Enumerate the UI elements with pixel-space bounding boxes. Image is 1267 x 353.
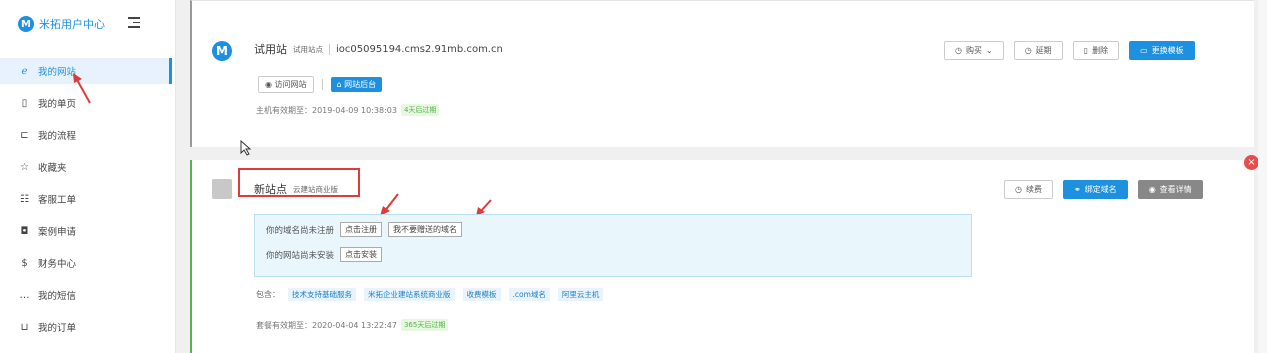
sidebar-item-favorites[interactable]: ☆ 收藏夹 xyxy=(0,154,172,180)
bind-domain-label: 绑定域名 xyxy=(1084,185,1117,194)
divider xyxy=(329,43,330,55)
eye-icon: ◉ xyxy=(265,80,272,89)
extend-label: 延期 xyxy=(1035,46,1052,55)
site-card-new: 新站点 云建站商业版 你的域名尚未注册 点击注册 我不要赠送的域名 你的网站尚未… xyxy=(190,160,1254,353)
site-domain[interactable]: ioc05095194.cms2.91mb.com.cn xyxy=(336,44,503,55)
expiry-badge: 365天后过期 xyxy=(400,319,449,331)
renew-label: 续费 xyxy=(1025,185,1042,194)
sidebar-item-label: 案例申请 xyxy=(38,227,77,238)
scrollbar[interactable] xyxy=(1258,0,1267,353)
site-type-tag: 试用站点 xyxy=(293,44,323,54)
change-template-button[interactable]: ▭ 更换模板 xyxy=(1129,41,1195,60)
include-tag: 技术支持基础服务 xyxy=(288,288,356,301)
sidebar-item-label: 客服工单 xyxy=(38,195,77,206)
trash-icon: ▯ xyxy=(1083,46,1089,55)
buy-button[interactable]: ◷ 购买 ⌄ xyxy=(944,41,1004,60)
sidebar: M 米拓用户中心 ℯ 我的网站 ▯ 我的单页 ⊏ 我的流程 ☆ 收藏夹 ☷ 客服… xyxy=(0,0,176,353)
ie-icon: ℯ xyxy=(21,65,28,77)
chevron-down-icon: ⌄ xyxy=(985,46,993,55)
view-details-button[interactable]: ◉ 查看详情 xyxy=(1137,180,1203,199)
register-domain-button[interactable]: 点击注册 xyxy=(340,222,383,237)
decline-gift-domain-button[interactable]: 我不要赠送的域名 xyxy=(388,222,463,237)
plan-expiry: 套餐有效期至：2020-04-04 13:22:47 365天后过期 xyxy=(256,319,449,331)
cart-icon: ⊔ xyxy=(20,321,29,333)
change-template-label: 更换模板 xyxy=(1151,46,1184,55)
clock-icon: ◷ xyxy=(955,46,962,55)
include-tag: 米拓企业建站系统商业版 xyxy=(364,288,455,301)
app-title: 米拓用户中心 xyxy=(39,18,105,31)
visit-site-button[interactable]: ◉ 访问网站 xyxy=(258,76,314,93)
delete-button[interactable]: ▯ 删除 xyxy=(1072,41,1120,60)
include-tag: .com域名 xyxy=(508,288,550,301)
site-plan-tag: 云建站商业版 xyxy=(293,184,338,194)
expiry-text: 主机有效期至：2019-04-09 10:38:03 xyxy=(256,105,397,115)
annotation-arrow-icon xyxy=(73,73,91,104)
sidebar-item-sms[interactable]: … 我的短信 xyxy=(0,282,172,308)
bind-domain-button[interactable]: ⚭ 绑定域名 xyxy=(1062,180,1128,199)
site-logo-icon: M xyxy=(212,41,232,61)
star-icon: ☆ xyxy=(20,161,29,173)
clock-icon: ◷ xyxy=(1015,185,1022,194)
sidebar-item-label: 我的订单 xyxy=(38,323,77,334)
site-title: 试用站 xyxy=(254,43,287,56)
sidebar-item-case-apply[interactable]: ◘ 案例申请 xyxy=(0,218,172,244)
expiry-badge: 4天后过期 xyxy=(400,104,440,116)
plan-includes: 包含： 技术支持基础服务 米拓企业建站系统商业版 收费模板 .com域名 阿里云… xyxy=(256,288,604,301)
site-thumbnail xyxy=(212,179,232,199)
camera-icon: ◘ xyxy=(20,225,29,237)
site-title-row: 新站点 云建站商业版 xyxy=(254,181,338,197)
sidebar-item-label: 收藏夹 xyxy=(38,163,67,174)
sidebar-item-tickets[interactable]: ☷ 客服工单 xyxy=(0,186,172,212)
include-tag: 阿里云主机 xyxy=(557,288,604,301)
ticket-icon: ☷ xyxy=(20,193,29,205)
mouse-cursor-icon xyxy=(240,140,252,156)
expiry-text: 套餐有效期至：2020-04-04 13:22:47 xyxy=(256,320,397,330)
host-expiry: 主机有效期至：2019-04-09 10:38:03 4天后过期 xyxy=(256,104,440,116)
divider xyxy=(321,79,323,90)
menu-collapse-icon[interactable] xyxy=(128,17,140,28)
sidebar-item-orders[interactable]: ⊔ 我的订单 xyxy=(0,314,172,340)
chat-icon: … xyxy=(19,289,30,301)
include-tag: 收费模板 xyxy=(462,288,501,301)
sidebar-item-label: 财务中心 xyxy=(38,259,77,270)
link-icon: ⚭ xyxy=(1073,185,1081,194)
site-card-trial: M 试用站 试用站点 ioc05095194.cms2.91mb.com.cn … xyxy=(190,0,1254,147)
include-label: 包含： xyxy=(256,290,280,299)
delete-label: 删除 xyxy=(1092,46,1109,55)
site-title-row: 试用站 试用站点 ioc05095194.cms2.91mb.com.cn xyxy=(254,41,503,57)
site-admin-button[interactable]: ⌂ 网站后台 xyxy=(330,77,383,92)
clock-icon: ◷ xyxy=(1024,46,1032,55)
setup-notice: 你的域名尚未注册 点击注册 我不要赠送的域名 你的网站尚未安装 点击安装 xyxy=(254,214,972,277)
sidebar-item-my-flows[interactable]: ⊏ 我的流程 xyxy=(0,122,172,148)
visit-site-label: 访问网站 xyxy=(274,80,307,89)
app-logo[interactable]: M 米拓用户中心 xyxy=(18,14,105,34)
eye-icon: ◉ xyxy=(1148,185,1156,194)
extend-button[interactable]: ◷ 延期 xyxy=(1013,41,1063,60)
home-icon: ⌂ xyxy=(336,80,342,89)
sidebar-item-finance[interactable]: $ 财务中心 xyxy=(0,250,172,276)
buy-label: 购买 xyxy=(965,46,982,55)
sidebar-item-label: 我的短信 xyxy=(38,291,77,302)
install-site-button[interactable]: 点击安装 xyxy=(340,247,383,262)
site-title: 新站点 xyxy=(254,183,287,196)
domain-notice-text: 你的域名尚未注册 xyxy=(266,225,335,236)
view-details-label: 查看详情 xyxy=(1159,185,1192,194)
install-notice-text: 你的网站尚未安装 xyxy=(266,250,335,261)
sidebar-item-label: 我的流程 xyxy=(38,131,77,142)
monitor-icon: ▭ xyxy=(1140,46,1148,55)
money-icon: $ xyxy=(21,257,28,269)
close-icon[interactable]: × xyxy=(1244,155,1259,170)
flow-icon: ⊏ xyxy=(20,129,29,141)
metinfo-logo-icon: M xyxy=(18,16,34,32)
page-icon: ▯ xyxy=(21,97,28,109)
renew-button[interactable]: ◷ 续费 xyxy=(1004,180,1053,199)
site-admin-label: 网站后台 xyxy=(344,80,377,89)
